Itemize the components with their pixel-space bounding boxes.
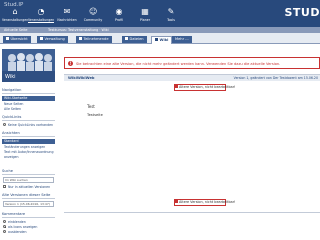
sidebar-item-wiki-start[interactable]: Wiki-Startseite [2,96,55,101]
search-current-label: Nur in aktuellen Versionen [8,184,51,189]
quicklinks-empty-text: Keine QuickLinks vorhanden [8,122,54,127]
old-version-notice: ! Sie betrachten eine alte Version, die … [64,57,320,69]
nav-community[interactable]: ☺ Community [80,7,106,23]
brand-logo[interactable]: STUD [285,6,320,19]
lock-icon [175,85,178,89]
tab-overview-label: Übersicht [10,37,28,41]
clock-icon: ◔ [37,7,45,16]
view-text-changes[interactable]: Textänderungen anzeigen [4,145,45,149]
wiki-version-info[interactable]: Version 1, geändert von Der Testdozent a… [234,76,318,80]
calendar-icon: ▦ [141,7,149,16]
nav-messages[interactable]: ✉ Nachrichten [54,7,80,23]
content-divider [64,212,320,213]
info-icon [3,123,6,126]
old-version-notice-text: Sie betrachten eine alte Version, die ni… [76,61,281,66]
view-author-assignment[interactable]: Text mit Autor/Innenzuordnung anzeigen [4,150,56,159]
tab-participants[interactable]: Teilnehmende [76,36,112,43]
top-navigation-bar: Stud.IP STUD ⌂ Veranstaltungen ◔ Veranst… [0,0,320,27]
lock-icon [175,200,178,204]
nav-courses-label: Veranstaltungen [2,18,28,22]
tab-participants-label: Teilnehmende [83,37,109,41]
files-icon [125,37,128,40]
view-standard[interactable]: Standard [2,139,55,144]
nav-community-label: Community [83,18,103,22]
sidebar-quicklinks-title: QuickLinks [2,115,55,121]
main-content: ! Sie betrachten eine alte Version, die … [61,47,320,240]
mail-icon: ✉ [63,7,71,16]
old-version-badge-top-text: Ältere Version, nicht bearbeitbar! [179,85,236,89]
comments-hide-radio[interactable] [3,230,6,233]
tab-administration[interactable]: Verwaltung [37,36,68,43]
nav-tools[interactable]: ✎ Tools [158,7,184,23]
version-select[interactable]: Version 1 (15.06.2016, 13:47) [3,201,54,207]
old-version-badge-bottom-text: Ältere Version, nicht bearbeitbar! [179,200,236,204]
sidebar: Wiki Navigation Wiki-Startseite Neue Sei… [0,47,58,240]
sidebar-views-title: Ansichten [2,131,55,137]
wiki-page-title: WikiWikiWeb [68,76,95,80]
wiki-search-input[interactable]: Im Wiki suchen [3,177,54,183]
tab-more-label: Mehr ... [175,37,189,41]
home-icon: ⌂ [12,7,18,16]
profile-icon: ◉ [115,7,123,16]
tab-administration-label: Verwaltung [44,37,65,41]
nav-courses[interactable]: ⌂ Veranstaltungen [2,7,28,23]
wiki-page-header: WikiWikiWeb Version 1, geändert von Der … [64,74,320,81]
nav-events[interactable]: ◔ Veranstaltungen [28,8,54,23]
comments-show-radio[interactable] [3,220,6,223]
nav-schedule[interactable]: ▦ Planer [132,7,158,23]
tab-files-label: Dateien [129,37,144,41]
sidebar-comments-title: Kommentare [2,212,55,218]
tab-wiki[interactable]: Wiki [151,35,173,44]
tab-overview[interactable]: Übersicht [3,36,31,43]
sidebar-item-new-pages[interactable]: Neue Seiten [4,102,23,106]
overview-icon [6,37,9,40]
sidebar-versions-title: Alte Versionen dieser Seite [2,193,55,199]
old-version-badge-bottom: Ältere Version, nicht bearbeitbar! [174,199,236,206]
nav-schedule-label: Planer [139,18,151,22]
wiki-icon [155,37,158,41]
wiki-banner-label: Wiki [5,74,16,80]
nav-profile[interactable]: ◉ Profil [106,7,132,23]
comments-show-label: einblenden [8,219,26,224]
warning-icon: ! [68,61,73,66]
search-current-checkbox[interactable] [3,185,6,188]
wiki-content-heading: Test [87,104,95,109]
context-course-title[interactable]: Testkursus: Testveranstaltung · Wiki [48,28,109,32]
wiki-banner-image: Wiki [2,49,55,82]
version-select-value: Version 1 (15.06.2016, 13:47) [5,202,50,206]
nav-messages-label: Nachrichten [57,18,77,22]
participants-icon [79,37,82,40]
old-version-badge-top: Ältere Version, nicht bearbeitbar! [174,84,236,91]
admin-icon [40,37,43,40]
context-current-page[interactable]: Aktuelle Seite [4,28,28,32]
nav-events-label: Veranstaltungen [28,18,54,22]
course-tab-bar: Übersicht Verwaltung Teilnehmende Dateie… [0,33,320,44]
sidebar-item-all-pages[interactable]: Alle Seiten [4,107,21,111]
sidebar-navigation-title: Navigation [2,88,55,94]
wiki-content-text: Testseite [87,113,103,117]
comments-icons-radio[interactable] [3,225,6,228]
nav-profile-label: Profil [115,18,123,22]
tools-icon: ✎ [167,7,175,16]
community-icon: ☺ [89,7,98,16]
sidebar-search-title: Suche [2,169,55,175]
tab-files[interactable]: Dateien [122,36,147,43]
tab-more[interactable]: Mehr ... [172,36,192,43]
nav-tools-label: Tools [167,18,175,22]
tab-wiki-label: Wiki [159,37,169,42]
comments-icons-label: als Icons anzeigen [8,224,38,229]
comments-hide-label: ausblenden [8,229,27,234]
